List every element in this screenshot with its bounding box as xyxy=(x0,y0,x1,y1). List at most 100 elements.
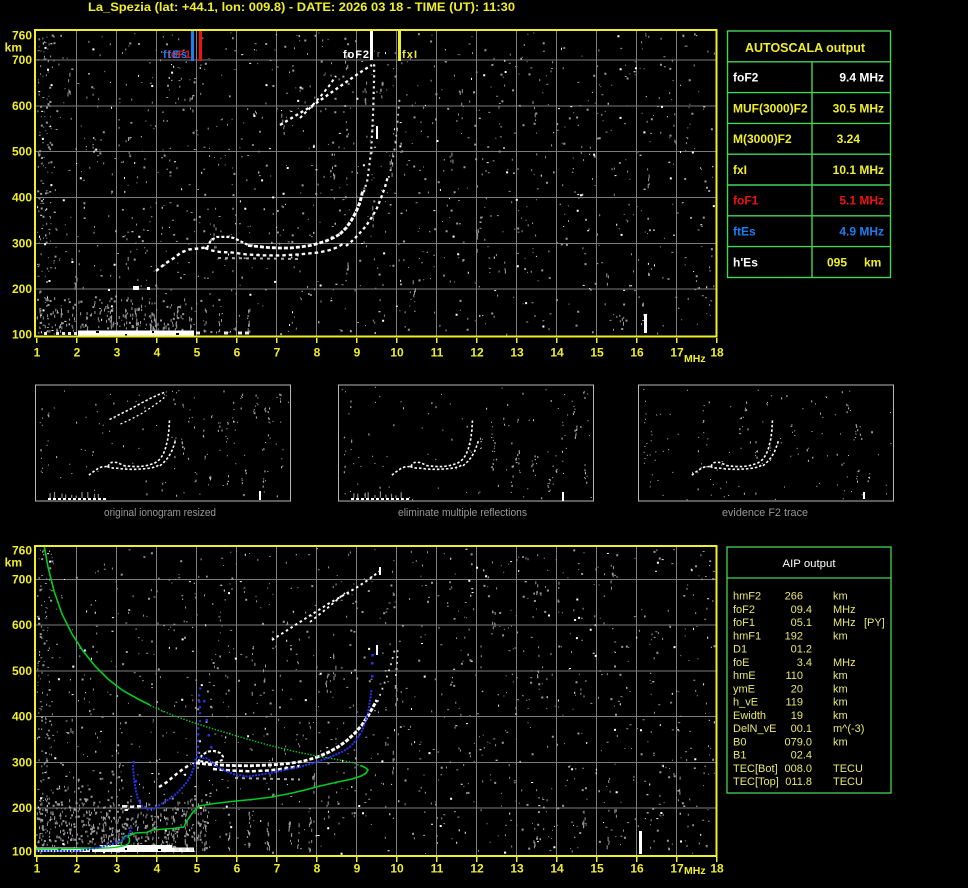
svg-text:100: 100 xyxy=(12,327,32,341)
svg-text:hmF2: hmF2 xyxy=(733,591,761,603)
svg-text:hmE: hmE xyxy=(733,670,756,682)
svg-text:r: r xyxy=(377,49,380,59)
svg-text:foF2: foF2 xyxy=(733,71,759,85)
svg-text:2: 2 xyxy=(74,346,81,360)
svg-text:foF1: foF1 xyxy=(733,617,755,629)
svg-text:foF2: foF2 xyxy=(343,49,369,61)
svg-text:km: km xyxy=(833,630,848,642)
svg-text:14: 14 xyxy=(550,346,564,360)
svg-text:05.1: 05.1 xyxy=(791,617,812,629)
svg-text:h'Es: h'Es xyxy=(733,255,758,269)
svg-text:km: km xyxy=(5,556,22,570)
svg-text:01.2: 01.2 xyxy=(791,644,812,656)
svg-text:100: 100 xyxy=(12,845,32,859)
svg-text:18: 18 xyxy=(710,862,724,876)
svg-text:500: 500 xyxy=(12,664,32,678)
svg-text:m^(-3): m^(-3) xyxy=(833,723,864,735)
svg-text:MUF(3000)F2: MUF(3000)F2 xyxy=(733,101,808,115)
svg-text:500: 500 xyxy=(12,145,32,159)
svg-text:11: 11 xyxy=(431,862,444,876)
svg-text:10.1 MHz: 10.1 MHz xyxy=(833,163,884,177)
svg-text:foE: foE xyxy=(733,657,750,669)
svg-text:DelN_vE: DelN_vE xyxy=(733,723,776,735)
svg-text:400: 400 xyxy=(12,191,32,205)
svg-text:9.4 MHz: 9.4 MHz xyxy=(839,71,884,85)
svg-text:119: 119 xyxy=(785,697,803,709)
svg-text:7: 7 xyxy=(274,346,281,360)
svg-text:14: 14 xyxy=(550,862,564,876)
svg-text:[PY]: [PY] xyxy=(864,617,885,629)
svg-text:16: 16 xyxy=(630,862,644,876)
svg-text:La_Spezia (lat: +44.1, lon: 00: La_Spezia (lat: +44.1, lon: 009.8) - DAT… xyxy=(88,0,515,14)
svg-text:h_vE: h_vE xyxy=(733,697,758,709)
svg-text:AUTOSCALA output: AUTOSCALA output xyxy=(745,40,866,55)
svg-text:300: 300 xyxy=(12,236,32,250)
svg-text:15: 15 xyxy=(590,862,604,876)
svg-text:4: 4 xyxy=(154,346,161,360)
svg-text:12: 12 xyxy=(470,862,484,876)
svg-text:008.0: 008.0 xyxy=(784,763,812,775)
svg-text:MHz: MHz xyxy=(684,353,706,365)
svg-text:30.5 MHz: 30.5 MHz xyxy=(833,101,884,115)
svg-text:4.9 MHz: 4.9 MHz xyxy=(839,225,884,239)
svg-text:5.1 MHz: 5.1 MHz xyxy=(839,194,884,208)
svg-text:3: 3 xyxy=(114,862,121,876)
svg-text:evidence F2 trace: evidence F2 trace xyxy=(722,507,808,519)
svg-text:3: 3 xyxy=(114,346,121,360)
svg-text:192: 192 xyxy=(785,630,803,642)
svg-text:011.8: 011.8 xyxy=(785,776,812,788)
svg-text:fxI: fxI xyxy=(733,163,747,177)
svg-text:MHz: MHz xyxy=(833,617,856,629)
svg-text:ymE: ymE xyxy=(733,683,755,695)
svg-text:200: 200 xyxy=(12,282,32,296)
svg-text:4: 4 xyxy=(154,862,161,876)
svg-text:200: 200 xyxy=(12,801,32,815)
svg-text:AIP output: AIP output xyxy=(783,558,836,570)
svg-text:300: 300 xyxy=(12,755,32,769)
svg-text:9: 9 xyxy=(354,862,361,876)
svg-text:400: 400 xyxy=(12,710,32,724)
svg-text:9: 9 xyxy=(354,346,361,360)
svg-text:km: km xyxy=(864,255,881,269)
svg-text:13: 13 xyxy=(510,862,524,876)
svg-text:B0: B0 xyxy=(733,736,746,748)
svg-text:Ewidth: Ewidth xyxy=(733,710,766,722)
svg-text:266: 266 xyxy=(785,591,803,603)
svg-text:079.0: 079.0 xyxy=(784,736,812,748)
svg-text:TEC[Bot]: TEC[Bot] xyxy=(733,763,778,775)
svg-text:700: 700 xyxy=(12,573,32,587)
svg-text:D1: D1 xyxy=(733,644,747,656)
svg-text:7: 7 xyxy=(274,862,281,876)
svg-text:km: km xyxy=(833,683,848,695)
svg-text:km: km xyxy=(833,710,848,722)
svg-text:foF1: foF1 xyxy=(733,194,759,208)
svg-text:km: km xyxy=(833,697,848,709)
svg-text:10: 10 xyxy=(390,862,404,876)
svg-text:3.4: 3.4 xyxy=(797,657,812,669)
svg-text:B1: B1 xyxy=(733,750,746,762)
svg-text:20: 20 xyxy=(791,683,803,695)
svg-text:TEC[Top]: TEC[Top] xyxy=(733,776,779,788)
svg-text:5: 5 xyxy=(194,346,201,360)
svg-text:16: 16 xyxy=(630,346,644,360)
svg-text:km: km xyxy=(833,591,848,603)
svg-text:foF2: foF2 xyxy=(733,604,755,616)
svg-text:TECU: TECU xyxy=(833,763,863,775)
svg-text:eliminate multiple reflections: eliminate multiple reflections xyxy=(398,507,527,519)
svg-text:ftEs: ftEs xyxy=(733,225,756,239)
svg-text:5: 5 xyxy=(194,862,201,876)
svg-text:2: 2 xyxy=(74,862,81,876)
svg-text:00.1: 00.1 xyxy=(791,723,812,735)
svg-text:TECU: TECU xyxy=(833,776,863,788)
svg-text:8: 8 xyxy=(314,862,321,876)
svg-text:11: 11 xyxy=(431,346,444,360)
svg-text:13: 13 xyxy=(510,346,524,360)
svg-text:hmF1: hmF1 xyxy=(733,630,761,642)
svg-text:M(3000)F2: M(3000)F2 xyxy=(733,132,792,146)
svg-text:17: 17 xyxy=(670,862,684,876)
svg-text:700: 700 xyxy=(12,53,32,67)
svg-text:6: 6 xyxy=(234,346,241,360)
svg-text:1: 1 xyxy=(34,862,41,876)
svg-text:MHz: MHz xyxy=(833,657,856,669)
svg-text:8: 8 xyxy=(314,346,321,360)
